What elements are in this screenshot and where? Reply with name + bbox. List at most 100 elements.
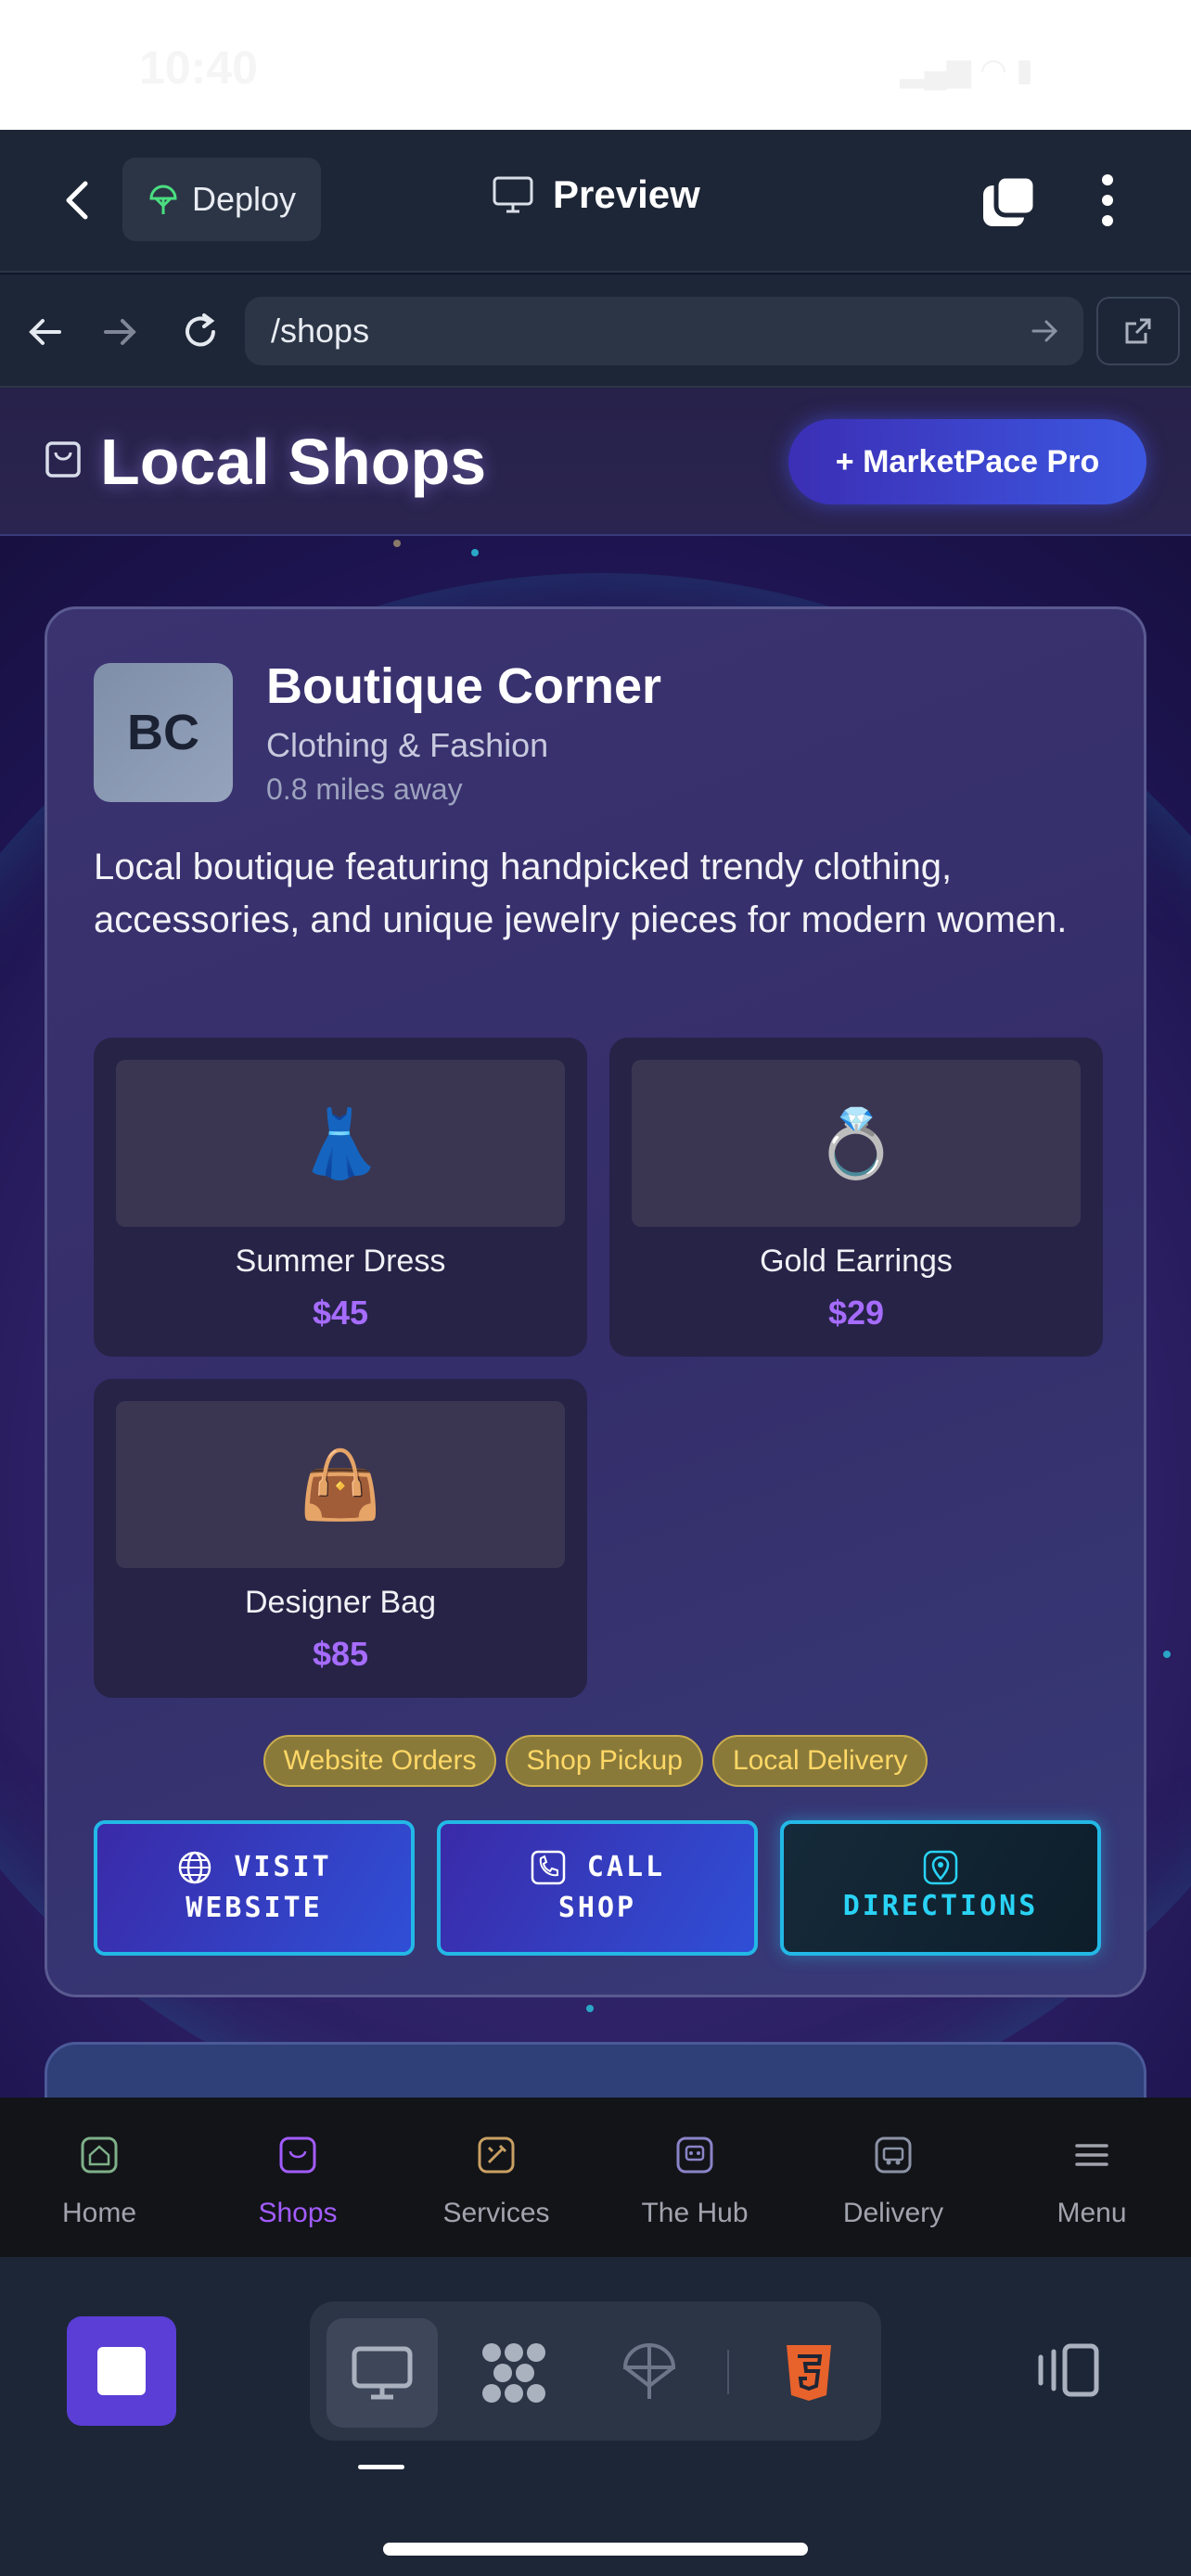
- url-text: /shops: [271, 312, 370, 350]
- product-price: $45: [312, 1294, 369, 1332]
- app-viewport: Local Shops + MarketPace Pro BC Boutique…: [0, 388, 1191, 2098]
- badge-website-orders: Website Orders: [263, 1735, 497, 1787]
- html5-icon: [787, 2345, 831, 2401]
- deploy-mode-button[interactable]: [594, 2318, 705, 2428]
- product-card[interactable]: 👜 Designer Bag $85: [94, 1379, 587, 1698]
- deploy-button[interactable]: Deploy: [122, 158, 321, 241]
- shop-card: BC Boutique Corner Clothing & Fashion 0.…: [45, 606, 1146, 1997]
- tab-shops[interactable]: Shops: [198, 2098, 397, 2257]
- directions-button[interactable]: DIRECTIONS: [780, 1820, 1101, 1956]
- call-label-1: CALL: [586, 1851, 666, 1883]
- tab-label: Shops: [258, 2198, 338, 2228]
- product-name: Summer Dress: [235, 1243, 446, 1279]
- deploy-icon: [149, 185, 177, 214]
- deploy-label: Deploy: [191, 180, 297, 218]
- home-icon: [81, 2136, 118, 2174]
- active-indicator: [358, 2465, 404, 2469]
- shop-name[interactable]: Boutique Corner: [266, 657, 661, 715]
- divider: [727, 2350, 729, 2394]
- product-card[interactable]: 💍 Gold Earrings $29: [609, 1038, 1103, 1357]
- home-indicator: [383, 2543, 808, 2556]
- marketpace-pro-button[interactable]: + MarketPace Pro: [788, 419, 1146, 504]
- browser-back-icon[interactable]: [20, 308, 69, 356]
- handbag-icon: 👜: [116, 1401, 565, 1568]
- decor-dot: [393, 540, 401, 547]
- call-shop-button[interactable]: CALL SHOP: [437, 1820, 758, 1956]
- url-input[interactable]: /shops: [245, 297, 1083, 365]
- tab-home[interactable]: Home: [0, 2098, 198, 2257]
- preview-title[interactable]: Preview: [492, 172, 700, 217]
- tab-delivery[interactable]: Delivery: [794, 2098, 992, 2257]
- badge-local-delivery: Local Delivery: [711, 1735, 928, 1787]
- product-price: $29: [827, 1294, 885, 1332]
- product-card[interactable]: 👗 Summer Dress $45: [94, 1038, 587, 1357]
- more-options-icon[interactable]: [1091, 171, 1124, 230]
- external-link-icon: [1125, 318, 1151, 344]
- menu-icon: [1075, 2144, 1108, 2166]
- blocks-icon: [482, 2343, 545, 2403]
- tab-label: Menu: [1057, 2198, 1127, 2228]
- back-icon[interactable]: [52, 174, 104, 226]
- visit-label-1: VISIT: [234, 1851, 332, 1883]
- product-name: Gold Earrings: [760, 1243, 953, 1279]
- go-arrow-icon[interactable]: [1028, 313, 1063, 349]
- blocks-mode-button[interactable]: [458, 2318, 570, 2428]
- badge-shop-pickup: Shop Pickup: [506, 1735, 703, 1787]
- shopping-bag-icon: [279, 2136, 316, 2174]
- copy-icon[interactable]: [980, 172, 1039, 232]
- preview-label: Preview: [553, 172, 700, 216]
- dress-icon: 👗: [116, 1060, 565, 1227]
- decor-dot: [1163, 1651, 1171, 1658]
- stop-icon: [97, 2347, 146, 2395]
- shop-avatar: BC: [94, 663, 233, 802]
- product-name: Designer Bag: [244, 1585, 436, 1620]
- directions-label: DIRECTIONS: [842, 1890, 1039, 1922]
- monitor-icon: [352, 2346, 413, 2400]
- tab-label: Home: [61, 2198, 137, 2228]
- page-title: Local Shops: [100, 426, 487, 498]
- bottom-tab-bar: Home Shops Services The Hub Delivery Men…: [0, 2098, 1191, 2257]
- ring-icon: 💍: [632, 1060, 1081, 1227]
- shop-distance: 0.8 miles away: [266, 772, 463, 806]
- globe-icon: [179, 1851, 211, 1884]
- browser-url-bar: /shops: [0, 274, 1191, 388]
- phone-icon: [531, 1850, 566, 1885]
- tab-label: The Hub: [641, 2198, 749, 2228]
- view-mode-group: [310, 2302, 881, 2441]
- status-bar: 10:40 ▂▄▆ ◠ ▮: [0, 0, 1191, 130]
- html-file-button[interactable]: [753, 2318, 864, 2428]
- status-time: 10:40: [139, 42, 258, 94]
- status-icons: ▂▄▆ ◠ ▮: [900, 53, 1033, 88]
- product-price: $85: [312, 1635, 369, 1673]
- hub-icon: [676, 2136, 713, 2174]
- preview-mode-button[interactable]: [327, 2318, 438, 2428]
- monitor-icon: [493, 176, 533, 213]
- editor-bottom-toolbar: [0, 2257, 1191, 2576]
- tools-icon: [478, 2136, 515, 2174]
- next-shop-card[interactable]: [45, 2042, 1146, 2098]
- visit-website-button[interactable]: VISIT WEBSITE: [94, 1820, 415, 1956]
- tab-services[interactable]: Services: [397, 2098, 596, 2257]
- decor-dot: [586, 2005, 594, 2012]
- tab-menu[interactable]: Menu: [992, 2098, 1191, 2257]
- browser-forward-icon[interactable]: [96, 308, 145, 356]
- shop-category: Clothing & Fashion: [266, 726, 549, 764]
- visit-label-2: WEBSITE: [186, 1892, 323, 1924]
- panels-icon[interactable]: [1037, 2342, 1100, 2398]
- decor-dot: [471, 549, 479, 556]
- editor-topbar: Deploy Preview: [0, 130, 1191, 273]
- tab-label: Delivery: [842, 2198, 944, 2228]
- page-header: Local Shops + MarketPace Pro: [0, 388, 1191, 536]
- tab-the-hub[interactable]: The Hub: [596, 2098, 794, 2257]
- call-label-2: SHOP: [557, 1892, 637, 1924]
- shop-description: Local boutique featuring handpicked tren…: [94, 847, 1068, 940]
- shopping-bag-icon: [45, 441, 81, 478]
- map-pin-icon: [923, 1850, 958, 1885]
- stop-button[interactable]: [67, 2316, 176, 2426]
- delivery-icon: [875, 2136, 912, 2174]
- open-external-button[interactable]: [1096, 297, 1180, 365]
- parachute-icon: [622, 2343, 676, 2399]
- reload-icon[interactable]: [176, 308, 224, 356]
- tab-label: Services: [442, 2198, 550, 2228]
- service-badges: Website Orders Shop Pickup Local Deliver…: [47, 1735, 1144, 1787]
